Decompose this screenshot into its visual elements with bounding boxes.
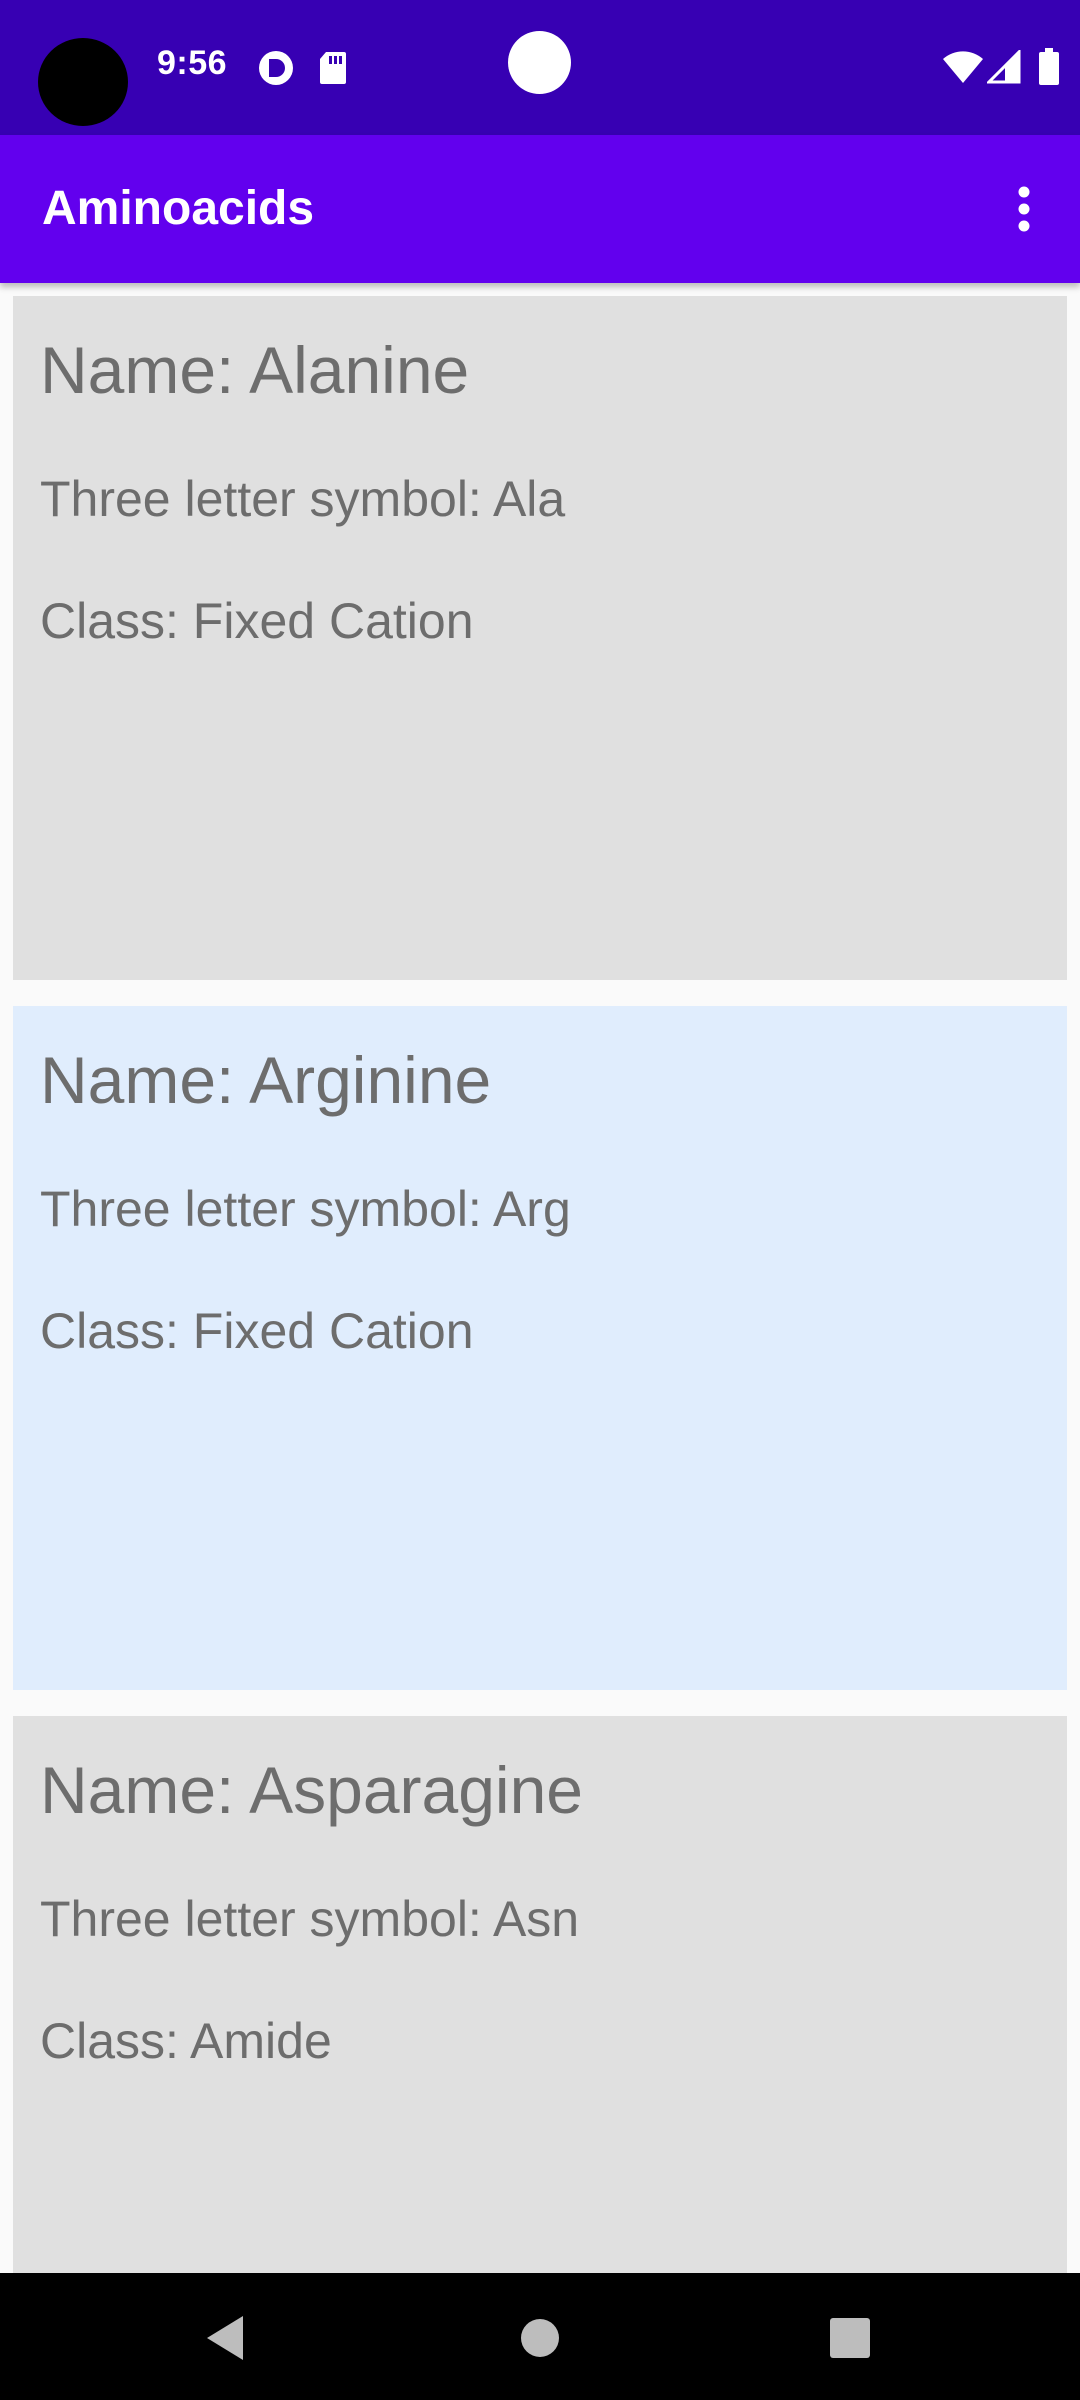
aminoacid-card-asparagine[interactable]: Name: Asparagine Three letter symbol: As…	[13, 1716, 1067, 2273]
wifi-icon	[943, 51, 983, 83]
app-bar: Aminoacids	[0, 135, 1080, 283]
notification-icon	[259, 51, 293, 85]
navigation-bar	[0, 2273, 1080, 2400]
camera-cutout	[38, 38, 128, 126]
status-bar: 9:56	[0, 0, 1080, 135]
aminoacid-class: Class: Fixed Cation	[40, 1303, 474, 1359]
aminoacid-class: Class: Amide	[40, 2013, 332, 2069]
aminoacid-symbol: Three letter symbol: Ala	[40, 471, 566, 527]
back-icon	[207, 2316, 243, 2360]
aminoacid-name: Name: Asparagine	[40, 1753, 583, 1827]
front-camera-dot	[508, 31, 571, 94]
aminoacid-card-alanine[interactable]: Name: Alanine Three letter symbol: Ala C…	[13, 296, 1067, 980]
more-options-button[interactable]	[1000, 173, 1048, 245]
aminoacid-symbol: Three letter symbol: Arg	[40, 1181, 571, 1237]
home-icon	[521, 2319, 559, 2357]
app-title: Aminoacids	[42, 182, 315, 235]
aminoacid-name: Name: Alanine	[40, 333, 470, 407]
more-vert-icon	[1018, 186, 1030, 232]
aminoacid-list[interactable]: Name: Alanine Three letter symbol: Ala C…	[0, 283, 1080, 2273]
recents-icon	[830, 2318, 870, 2358]
recents-button[interactable]	[815, 2303, 885, 2373]
battery-icon	[1039, 48, 1059, 85]
home-button[interactable]	[505, 2303, 575, 2373]
aminoacid-card-arginine[interactable]: Name: Arginine Three letter symbol: Arg …	[13, 1006, 1067, 1690]
aminoacid-symbol: Three letter symbol: Asn	[40, 1891, 580, 1947]
aminoacid-class: Class: Fixed Cation	[40, 593, 474, 649]
sd-card-icon	[320, 52, 346, 84]
signal-icon	[987, 50, 1021, 84]
status-time: 9:56	[157, 44, 228, 82]
back-button[interactable]	[190, 2303, 260, 2373]
aminoacid-name: Name: Arginine	[40, 1043, 492, 1117]
